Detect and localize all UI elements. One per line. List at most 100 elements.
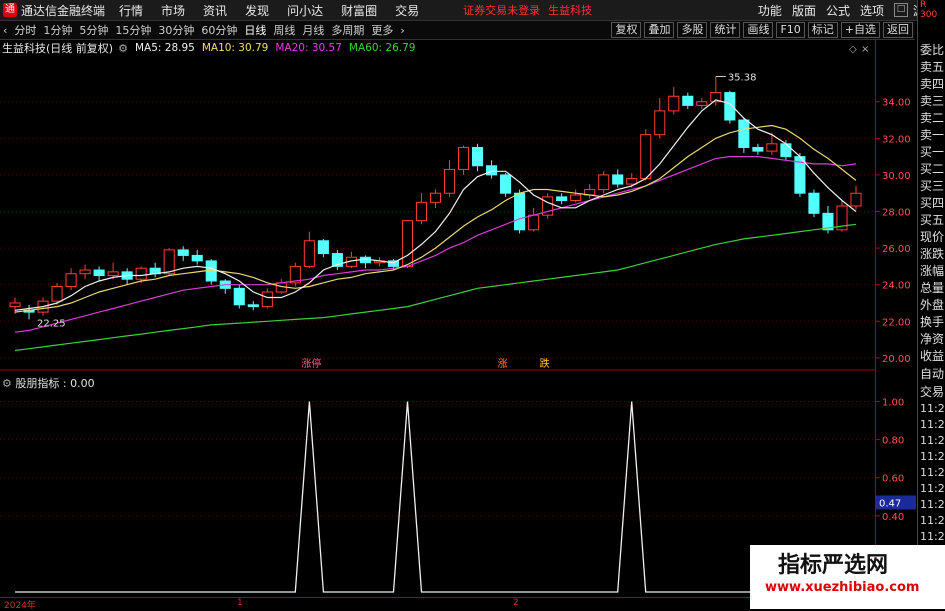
menu-item-hangqing[interactable]: 行情 [119,2,143,19]
menu-xuanxiang[interactable]: 选项 [860,2,884,19]
ma20-line [14,155,857,333]
candle-body [303,240,315,267]
quote-field-1: 卖五 [920,60,945,74]
low-price-label: 22.25 [37,319,66,330]
candle-body [177,249,189,256]
value-box-label: 0.47 [879,498,901,509]
indicator-chart[interactable] [0,388,875,596]
menu-item-shichang[interactable]: 市场 [161,2,185,19]
candle-body [9,302,21,308]
candle-body [79,269,91,275]
time-label-1: 1 [237,598,243,608]
quote-field-11: 现价 [920,230,945,244]
period-weekly[interactable]: 周线 [273,22,295,38]
quote-field-5: 卖一 [920,128,945,142]
btn-diejia[interactable]: 叠加 [644,22,675,38]
quote-field-3: 卖三 [920,94,945,108]
watermark-url: www.xuezhibiao.com [765,580,920,595]
period-fenshi[interactable]: 分时 [14,22,36,38]
btn-huaxian[interactable]: 画线 [743,22,774,38]
candle-body [850,192,862,207]
price-tick-label: 22.00 [882,317,911,328]
period-15min[interactable]: 15分钟 [115,22,151,38]
side-top-badge: R 300 [920,0,938,20]
candle-body [233,287,245,306]
candle-body [556,196,568,202]
menu-gongshi[interactable]: 公式 [826,2,850,19]
menu-item-jiaoyi[interactable]: 交易 [395,2,419,19]
btn-biaoji[interactable]: 标记 [807,22,838,38]
quote-field-17: 净资 [920,332,945,346]
period-1min[interactable]: 1分钟 [43,22,72,38]
period-monthly[interactable]: 月线 [302,22,324,38]
price-axis: 34.00 32.00 30.00 28.00 26.00 24.00 22.00 20.00… [875,40,916,600]
candle-body [724,92,736,121]
tick-time: 11:29 [920,482,945,495]
candle-body [317,240,329,255]
quote-field-16: 换手 [920,315,945,329]
price-tick-label: 34.00 [882,98,911,109]
time-axis: 2024年 1 2 [0,597,875,611]
quote-field-18: 收益 [920,349,945,363]
candle-body [415,201,428,222]
event-label: 涨停 [301,357,321,370]
ma10-line [14,124,857,313]
quote-field-12: 涨跌 [920,247,945,261]
btn-zixuan[interactable]: +自选 [840,22,880,38]
btn-f10[interactable]: F10 [776,22,805,38]
tick-time: 11:29 [920,530,945,543]
btn-fuquan[interactable]: 复权 [611,22,642,38]
restore-icon[interactable]: □ [893,3,908,17]
menu-item-caifuquan[interactable]: 财富圈 [341,2,377,19]
ind-tick-label: 0.80 [882,436,904,447]
time-label-year: 2024年 [4,601,36,611]
login-notice[interactable]: 证券交易未登录 [463,2,540,18]
quote-field-4: 卖二 [920,111,945,125]
period-30min[interactable]: 30分钟 [158,22,194,38]
price-tick-label: 28.00 [882,208,911,219]
period-more[interactable]: 更多 [371,22,393,38]
quote-field-0: 委比 [920,43,945,57]
menu-banmian[interactable]: 版面 [792,2,816,19]
event-label: 涨 [498,358,508,370]
menu-item-zixun[interactable]: 资讯 [203,2,227,19]
candle-body [429,192,442,203]
candle-body [612,174,624,185]
tick-time: 11:29 [920,402,945,415]
quote-field-13: 涨幅 [920,264,945,278]
menu-gongneng[interactable]: 功能 [758,2,782,19]
ind-tick-label: 0.60 [882,474,904,485]
side-action-0[interactable]: 自动 [918,365,945,383]
kline-chart[interactable]: 35.38 22.25 涨停 涨 跌 ◇ × [0,40,875,371]
quote-field-10: 买五 [920,213,945,227]
btn-fanhui[interactable]: 返回 [883,22,913,38]
menu-item-wenxiaoda[interactable]: 问小达 [287,2,323,19]
chevron-left-icon[interactable]: ‹ [3,24,7,37]
app-logo-icon: 通 [3,3,17,17]
btn-duogu[interactable]: 多股 [677,22,708,38]
quote-field-7: 买二 [920,162,945,176]
tick-time: 11:29 [920,450,945,463]
menu-bar: 通 通达信金融终端 行情 市场 资讯 发现 问小达 财富圈 交易 证券交易未登录… [0,0,945,21]
side-panel: R 300 委比 卖五 卖四 卖三 卖二 卖一 买一 买二 买三 买四 买五 现价 涨跌 涨幅 总量 外盘 换手 净资… [917,0,945,609]
stock-name-header: 生益科技 [548,4,593,17]
toolbar-right: 复权 叠加 多股 统计 画线 F10 标记 +自选 返回 [608,21,913,39]
period-5min[interactable]: 5分钟 [79,22,108,38]
side-action-1[interactable]: 交易 [918,383,945,401]
menu-item-faxian[interactable]: 发现 [245,2,269,19]
btn-tongji[interactable]: 统计 [710,22,741,38]
price-tick-label: 26.00 [882,244,911,255]
price-tick-label: 24.00 [882,281,911,292]
event-label: 跌 [540,357,550,370]
candle-body [808,192,820,214]
price-tick-label: 20.00 [882,354,911,365]
candle-body [457,146,470,170]
chevron-right-icon[interactable]: › [400,24,404,37]
period-60min[interactable]: 60分钟 [201,22,237,38]
period-multi[interactable]: 多周期 [331,22,364,38]
watermark-title: 指标严选网 [778,553,889,578]
period-daily[interactable]: 日线 [244,22,266,38]
tick-time: 11:29 [920,418,945,431]
candle-body [401,220,414,267]
candle-body [528,214,540,231]
